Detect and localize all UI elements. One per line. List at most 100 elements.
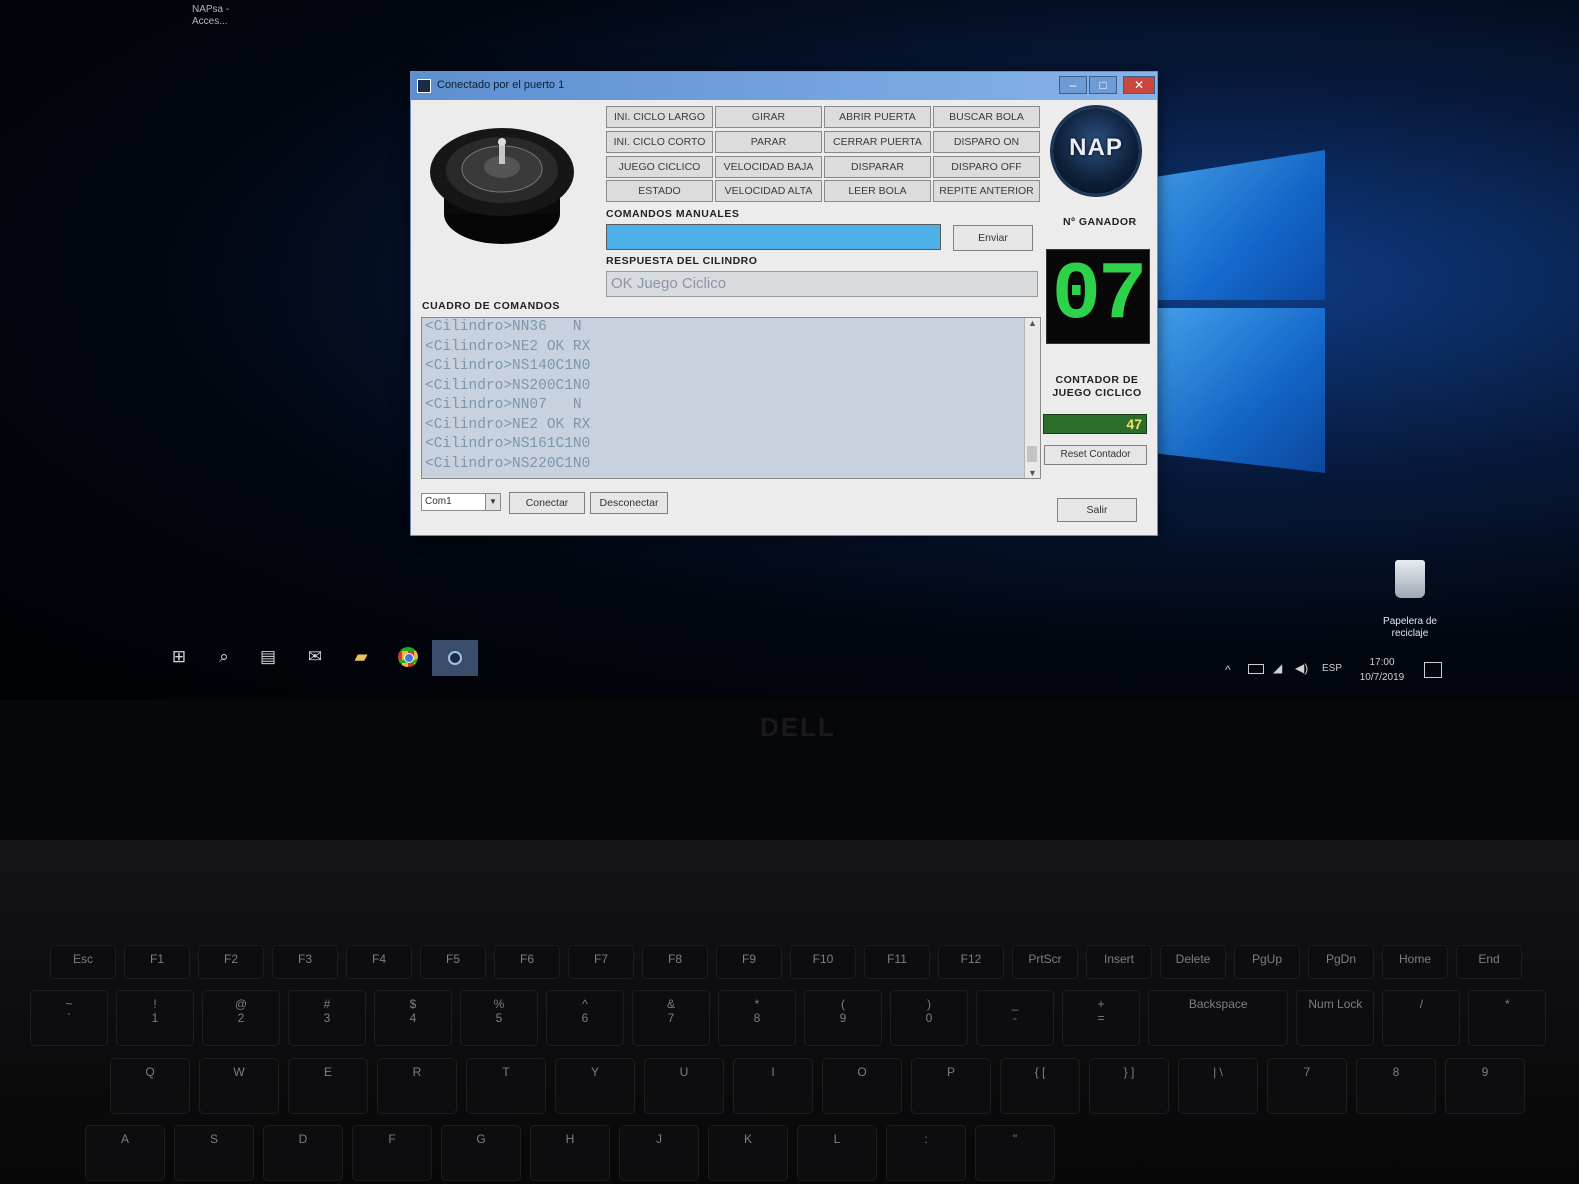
cmd-velocidad-baja-button[interactable]: VELOCIDAD BAJA [715, 156, 822, 178]
keyboard-key[interactable]: F11 [864, 945, 930, 979]
keyboard-key[interactable]: Home [1382, 945, 1448, 979]
nap-app-icon[interactable] [432, 640, 478, 676]
keyboard-key[interactable]: E [288, 1058, 368, 1114]
keyboard-key[interactable]: PrtScr [1012, 945, 1078, 979]
keyboard-key[interactable]: 8 [1356, 1058, 1436, 1114]
cmd-ini-ciclo-corto-button[interactable]: INI. CICLO CORTO [606, 131, 713, 153]
connect-button[interactable]: Conectar [509, 492, 585, 514]
keyboard-key[interactable]: Esc [50, 945, 116, 979]
cmd-velocidad-alta-button[interactable]: VELOCIDAD ALTA [715, 180, 822, 202]
keyboard-key[interactable]: #3 [288, 990, 366, 1046]
keyboard-key[interactable]: R [377, 1058, 457, 1114]
title-bar[interactable]: Conectado por el puerto 1 – □ ✕ [411, 72, 1157, 100]
language-indicator[interactable]: ESP [1322, 663, 1342, 674]
disconnect-button[interactable]: Desconectar [590, 492, 668, 514]
keyboard-key[interactable]: D [263, 1125, 343, 1181]
cmd-disparo-on-button[interactable]: DISPARO ON [933, 131, 1040, 153]
clock[interactable]: 17:00 10/7/2019 [1354, 655, 1410, 685]
keyboard-key[interactable]: PgDn [1308, 945, 1374, 979]
keyboard-key[interactable]: % 5 [460, 990, 538, 1046]
scroll-thumb[interactable] [1027, 446, 1037, 462]
keyboard-key[interactable]: F7 [568, 945, 634, 979]
scroll-down-icon[interactable]: ▼ [1025, 468, 1040, 478]
keyboard-key[interactable]: F10 [790, 945, 856, 979]
keyboard-key[interactable]: F2 [198, 945, 264, 979]
maximize-button[interactable]: □ [1089, 76, 1117, 94]
cmd-repite-anterior-button[interactable]: REPITE ANTERIOR [933, 180, 1040, 202]
cmd-girar-button[interactable]: GIRAR [715, 106, 822, 128]
keyboard-key[interactable]: F3 [272, 945, 338, 979]
keyboard-key[interactable]: ~ ` [30, 990, 108, 1046]
task-view-icon[interactable]: ▤ [255, 645, 281, 669]
keyboard-key[interactable]: Delete [1160, 945, 1226, 979]
keyboard-key[interactable]: U [644, 1058, 724, 1114]
command-log-list[interactable]: <Cilindro>NN36 N <Cilindro>NE2 OK RX <Ci… [421, 317, 1041, 479]
keyboard-key[interactable]: F12 [938, 945, 1004, 979]
keyboard-key[interactable]: | \ [1178, 1058, 1258, 1114]
keyboard-key[interactable]: 9 [1445, 1058, 1525, 1114]
keyboard-key[interactable]: * [1468, 990, 1547, 1046]
keyboard-key[interactable]: F6 [494, 945, 560, 979]
keyboard-key[interactable]: F8 [642, 945, 708, 979]
keyboard-key[interactable]: ^ 6 [546, 990, 624, 1046]
file-explorer-icon[interactable]: ▰ [348, 645, 374, 669]
keyboard-key[interactable]: @2 [202, 990, 280, 1046]
windows-start-icon[interactable]: ⊞ [166, 645, 192, 669]
keyboard-key[interactable]: Q [110, 1058, 190, 1114]
scroll-up-icon[interactable]: ▲ [1025, 318, 1040, 328]
log-scrollbar[interactable]: ▲ ▼ [1024, 318, 1040, 478]
keyboard-key[interactable]: End [1456, 945, 1522, 979]
send-button[interactable]: Enviar [953, 225, 1033, 251]
keyboard-key[interactable]: 7 [1267, 1058, 1347, 1114]
keyboard-key[interactable]: PgUp [1234, 945, 1300, 979]
cmd-leer-bola-button[interactable]: LEER BOLA [824, 180, 931, 202]
reset-counter-button[interactable]: Reset Contador [1044, 445, 1147, 465]
keyboard-key[interactable]: F5 [420, 945, 486, 979]
keyboard-key[interactable]: T [466, 1058, 546, 1114]
cmd-juego-ciclico-button[interactable]: JUEGO CICLICO [606, 156, 713, 178]
keyboard-key[interactable]: Insert [1086, 945, 1152, 979]
cmd-ini-ciclo-largo-button[interactable]: INI. CICLO LARGO [606, 106, 713, 128]
keyboard-key[interactable]: J [619, 1125, 699, 1181]
keyboard-key[interactable]: : [886, 1125, 966, 1181]
close-button[interactable]: ✕ [1123, 76, 1155, 94]
cmd-disparar-button[interactable]: DISPARAR [824, 156, 931, 178]
chrome-icon[interactable] [395, 645, 421, 669]
keyboard-key[interactable]: Num Lock [1296, 990, 1375, 1046]
chevron-down-icon[interactable]: ▼ [485, 494, 500, 510]
minimize-button[interactable]: – [1059, 76, 1087, 94]
keyboard-key[interactable]: L [797, 1125, 877, 1181]
keyboard-key[interactable]: Backspace [1148, 990, 1289, 1046]
cmd-parar-button[interactable]: PARAR [715, 131, 822, 153]
tray-chevron-icon[interactable]: ^ [1225, 663, 1231, 677]
notifications-icon[interactable] [1424, 662, 1442, 678]
recycle-bin[interactable]: Papelera de reciclaje [1370, 560, 1450, 640]
cmd-disparo-off-button[interactable]: DISPARO OFF [933, 156, 1040, 178]
keyboard-key[interactable]: A [85, 1125, 165, 1181]
keyboard-key[interactable]: } ] [1089, 1058, 1169, 1114]
keyboard-key[interactable]: W [199, 1058, 279, 1114]
desktop-shortcut-napsa[interactable]: NAPsa - Acces... [192, 4, 229, 28]
exit-button[interactable]: Salir [1057, 498, 1137, 522]
keyboard-key[interactable]: I [733, 1058, 813, 1114]
keyboard-key[interactable]: O [822, 1058, 902, 1114]
keyboard-key[interactable]: F1 [124, 945, 190, 979]
cmd-estado-button[interactable]: ESTADO [606, 180, 713, 202]
keyboard-key[interactable]: F [352, 1125, 432, 1181]
keyboard-key[interactable]: (9 [804, 990, 882, 1046]
keyboard-key[interactable]: * 8 [718, 990, 796, 1046]
keyboard-key[interactable]: F4 [346, 945, 412, 979]
keyboard-key[interactable]: Y [555, 1058, 635, 1114]
keyboard-key[interactable]: H [530, 1125, 610, 1181]
keyboard-key[interactable]: $4 [374, 990, 452, 1046]
keyboard-key[interactable]: P [911, 1058, 991, 1114]
keyboard-key[interactable]: { [ [1000, 1058, 1080, 1114]
keyboard-key[interactable]: " [975, 1125, 1055, 1181]
keyboard-key[interactable]: K [708, 1125, 788, 1181]
cmd-cerrar-puerta-button[interactable]: CERRAR PUERTA [824, 131, 931, 153]
keyboard-key[interactable]: / [1382, 990, 1461, 1046]
keyboard-key[interactable]: _ - [976, 990, 1054, 1046]
cmd-abrir-puerta-button[interactable]: ABRIR PUERTA [824, 106, 931, 128]
battery-icon[interactable] [1248, 664, 1264, 674]
keyboard-key[interactable]: ) 0 [890, 990, 968, 1046]
